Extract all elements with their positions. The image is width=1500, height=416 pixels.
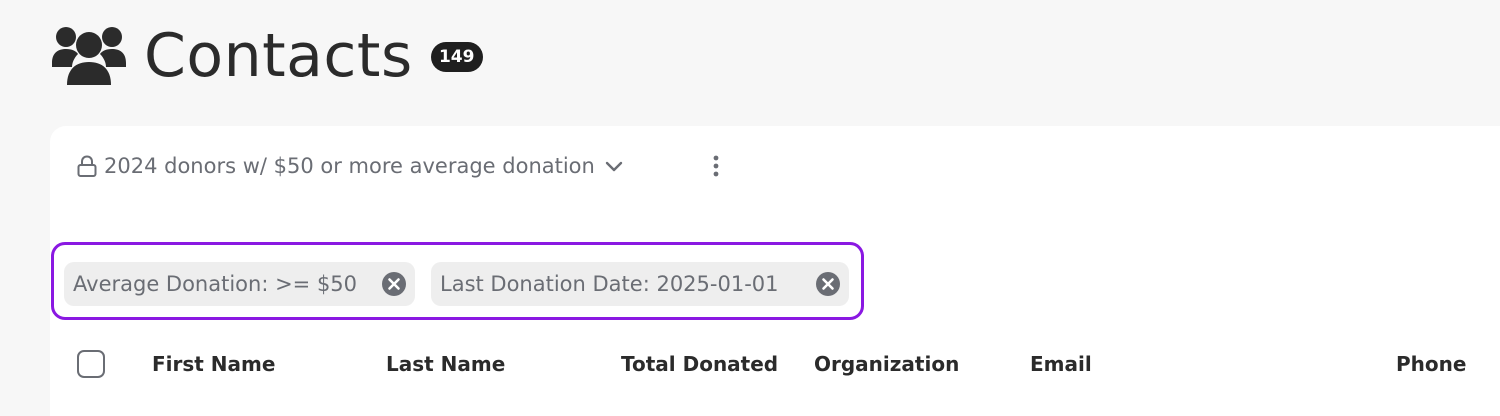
contacts-count-badge: 149 <box>430 42 483 72</box>
column-header-email[interactable]: Email <box>1030 352 1092 376</box>
select-all-checkbox[interactable] <box>77 350 105 378</box>
lock-icon <box>77 155 97 177</box>
contacts-card: 2024 donors w/ $50 or more average donat… <box>50 126 1500 416</box>
segment-selector[interactable]: 2024 donors w/ $50 or more average donat… <box>76 150 625 182</box>
people-group-icon <box>52 27 126 85</box>
column-header-phone[interactable]: Phone <box>1396 352 1466 376</box>
column-header-first-name[interactable]: First Name <box>152 352 275 376</box>
close-circle-icon[interactable] <box>815 271 841 297</box>
table-header-row: First Name Last Name Total Donated Organ… <box>50 344 1500 388</box>
filter-chip-average-donation: Average Donation: >= $50 <box>64 262 415 306</box>
segment-menu-button[interactable] <box>706 152 726 180</box>
page-header: Contacts 149 <box>50 18 483 94</box>
column-header-total-donated[interactable]: Total Donated <box>621 352 778 376</box>
segment-name: 2024 donors w/ $50 or more average donat… <box>104 154 595 178</box>
filter-chip-label: Average Donation: >= $50 <box>73 272 358 296</box>
kebab-menu-icon <box>713 155 719 177</box>
close-circle-icon[interactable] <box>381 271 407 297</box>
chevron-down-icon[interactable] <box>603 155 625 177</box>
filter-chip-label: Last Donation Date: 2025-01-01 <box>440 272 779 296</box>
column-header-organization[interactable]: Organization <box>814 352 959 376</box>
column-header-last-name[interactable]: Last Name <box>386 352 505 376</box>
page-title: Contacts <box>144 21 413 91</box>
filter-chip-last-donation-date: Last Donation Date: 2025-01-01 <box>431 262 849 306</box>
